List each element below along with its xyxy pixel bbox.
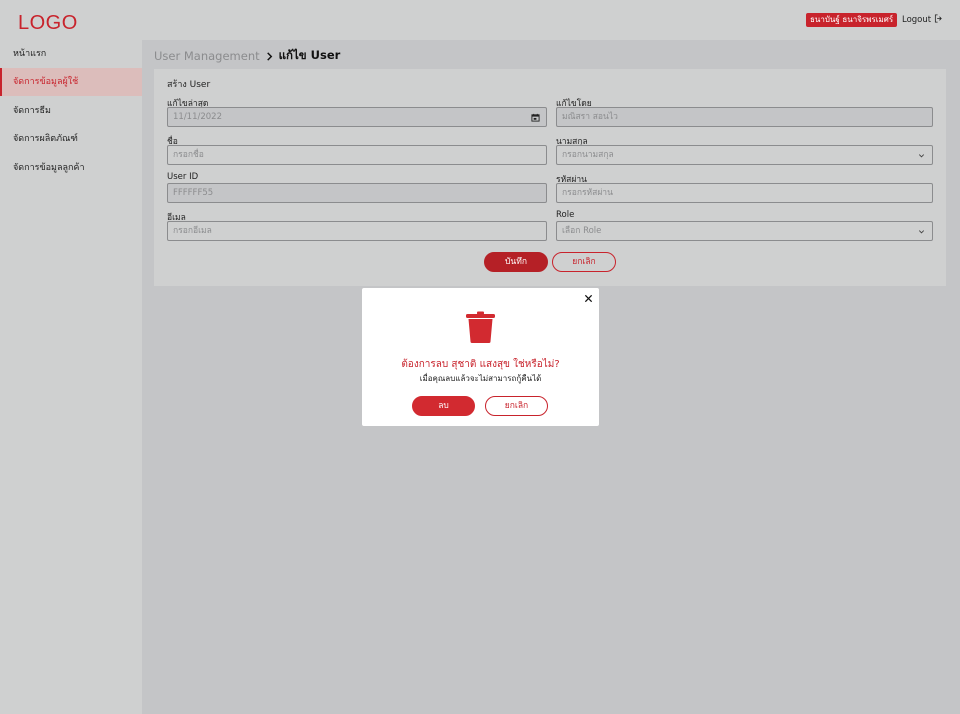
first-name-placeholder: กรอกชื่อ: [173, 150, 204, 160]
sidebar-item-home[interactable]: หน้าแรก: [0, 40, 142, 68]
user-id-value: FFFFFF55: [173, 188, 214, 198]
modal-subtitle: เมื่อคุณลบแล้วจะไม่สามารถกู้คืนได้: [419, 374, 542, 383]
modal-title: ต้องการลบ สุชาติ แสงสุข ใช่หรือไม่?: [401, 359, 560, 370]
sidebar-item-product-management[interactable]: จัดการผลิตภัณฑ์: [0, 125, 142, 153]
logo: LOGO: [18, 12, 78, 34]
role-select[interactable]: เลือก Role: [556, 221, 933, 241]
breadcrumb: User Management แก้ไข User: [154, 47, 340, 65]
chevron-down-icon: [918, 230, 925, 234]
top-bar: LOGO ธนาบันฐ์ ธนาจิรพรเมศร์ Logout: [0, 0, 960, 40]
confirm-delete-button[interactable]: ลบ: [412, 396, 475, 416]
user-form-card: สร้าง User แก้ไขล่าสุด 11/11/2022 แก้ไขโ…: [154, 69, 946, 286]
chevron-down-icon: [918, 154, 925, 158]
cancel-button[interactable]: ยกเลิก: [552, 252, 616, 272]
sidebar-item-user-management[interactable]: จัดการข้อมูลผู้ใช้: [0, 68, 142, 96]
role-label: Role: [556, 210, 575, 220]
logout-label: Logout: [902, 15, 932, 25]
last-edited-value: 11/11/2022: [173, 112, 222, 122]
user-id-field: FFFFFF55: [167, 183, 547, 203]
modal-cancel-button[interactable]: ยกเลิก: [485, 396, 548, 416]
delete-confirm-modal: ต้องการลบ สุชาติ แสงสุข ใช่หรือไม่? เมื่…: [362, 288, 599, 426]
calendar-icon[interactable]: [531, 113, 540, 122]
chevron-right-icon: [265, 51, 274, 61]
role-placeholder: เลือก Role: [562, 226, 602, 236]
user-id-label: User ID: [167, 172, 199, 182]
password-placeholder: กรอกรหัสผ่าน: [562, 188, 613, 198]
email-input[interactable]: กรอกอีเมล: [167, 221, 547, 241]
save-button[interactable]: บันทึก: [484, 252, 548, 272]
logout-button[interactable]: Logout: [902, 14, 943, 26]
logout-icon: [934, 14, 943, 26]
last-name-placeholder: กรอกนามสกุล: [562, 150, 614, 160]
edited-by-field: มณิสรา สอนไว: [556, 107, 933, 127]
edited-by-value: มณิสรา สอนไว: [562, 112, 618, 122]
last-name-select[interactable]: กรอกนามสกุล: [556, 145, 933, 165]
trash-icon: [466, 311, 495, 343]
breadcrumb-parent[interactable]: User Management: [154, 49, 260, 63]
first-name-input[interactable]: กรอกชื่อ: [167, 145, 547, 165]
sidebar-item-theme-management[interactable]: จัดการธีม: [0, 97, 142, 125]
email-placeholder: กรอกอีเมล: [173, 226, 212, 236]
last-edited-field: 11/11/2022: [167, 107, 547, 127]
breadcrumb-current: แก้ไข User: [278, 48, 341, 62]
user-name-badge[interactable]: ธนาบันฐ์ ธนาจิรพรเมศร์: [806, 13, 898, 27]
password-input[interactable]: กรอกรหัสผ่าน: [556, 183, 933, 203]
sidebar-item-customer-management[interactable]: จัดการข้อมูลลูกค้า: [0, 154, 142, 182]
close-icon[interactable]: [584, 294, 593, 303]
sidebar: หน้าแรก จัดการข้อมูลผู้ใช้ จัดการธีม จัด…: [0, 40, 142, 714]
form-title: สร้าง User: [167, 80, 211, 90]
